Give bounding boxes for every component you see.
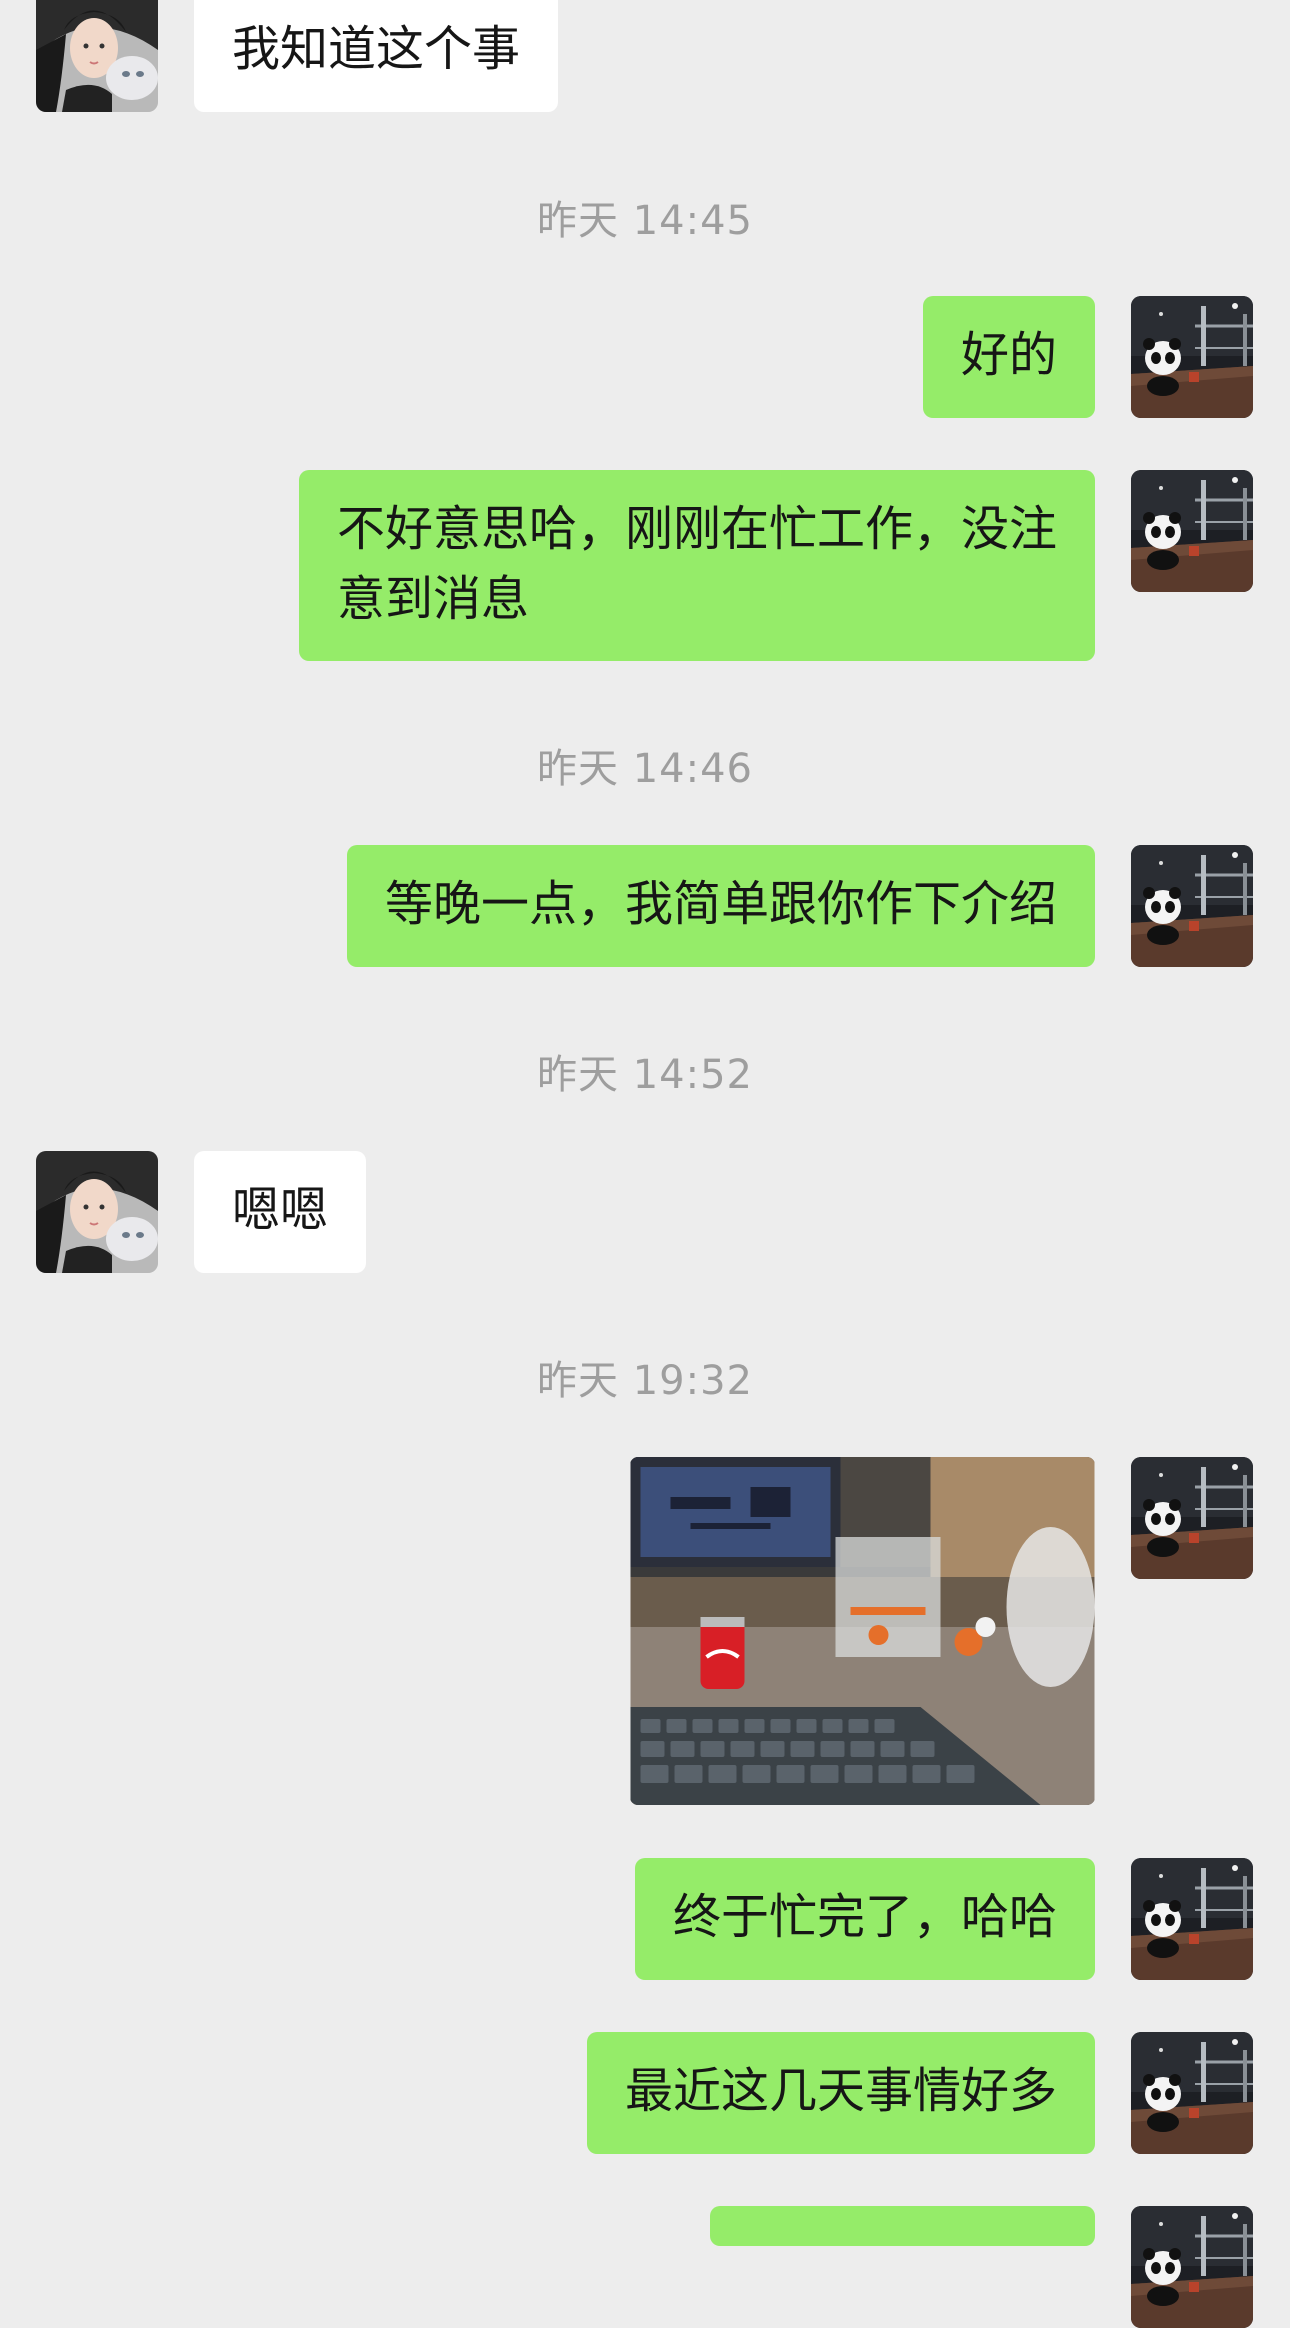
chat-view: 我知道这个事 昨天 14:45 好的 不好意思哈，刚刚在忙工作，没注 意到消息 … xyxy=(0,0,1290,2221)
outgoing-message-bubble[interactable]: 等晚一点，我简单跟你作下介绍 xyxy=(346,845,1095,967)
incoming-message-bubble[interactable]: 我知道这个事 xyxy=(194,0,559,112)
message-text: 等晚一点，我简单跟你作下介绍 xyxy=(384,876,1057,932)
self-avatar[interactable] xyxy=(1131,2032,1253,2154)
message-text: 好的 xyxy=(960,327,1057,383)
outgoing-message-bubble[interactable]: 终于忙完了，哈哈 xyxy=(634,1858,1095,1980)
self-avatar[interactable] xyxy=(1131,1457,1253,1579)
self-avatar[interactable] xyxy=(1131,296,1253,418)
outgoing-message-bubble-partial[interactable] xyxy=(710,2206,1095,2246)
timestamp: 昨天 19:32 xyxy=(537,1358,753,1404)
outgoing-message-bubble[interactable]: 不好意思哈，刚刚在忙工作，没注 意到消息 xyxy=(298,470,1095,661)
outgoing-message-bubble[interactable]: 好的 xyxy=(922,296,1095,418)
self-avatar[interactable] xyxy=(1131,470,1253,592)
message-text: 终于忙完了，哈哈 xyxy=(672,1889,1057,1945)
timestamp: 昨天 14:52 xyxy=(537,1052,753,1098)
self-avatar[interactable] xyxy=(1131,1858,1253,1980)
self-avatar[interactable] xyxy=(1131,845,1253,967)
message-text: 最近这几天事情好多 xyxy=(624,2063,1057,2119)
contact-avatar[interactable] xyxy=(36,1151,158,1273)
message-text-line-2: 意到消息 xyxy=(336,571,529,627)
outgoing-message-bubble[interactable]: 最近这几天事情好多 xyxy=(586,2032,1095,2154)
desk-photo-icon xyxy=(630,1457,1095,1805)
message-text-line-1: 不好意思哈，刚刚在忙工作，没注 xyxy=(336,501,1057,557)
self-avatar[interactable] xyxy=(1131,2206,1253,2328)
timestamp: 昨天 14:45 xyxy=(537,198,753,244)
message-text: 我知道这个事 xyxy=(232,21,521,77)
image-message[interactable] xyxy=(630,1457,1095,1805)
timestamp: 昨天 14:46 xyxy=(537,746,753,792)
incoming-message-bubble[interactable]: 嗯嗯 xyxy=(194,1151,367,1273)
message-text: 嗯嗯 xyxy=(232,1182,329,1238)
contact-avatar[interactable] xyxy=(36,0,158,112)
